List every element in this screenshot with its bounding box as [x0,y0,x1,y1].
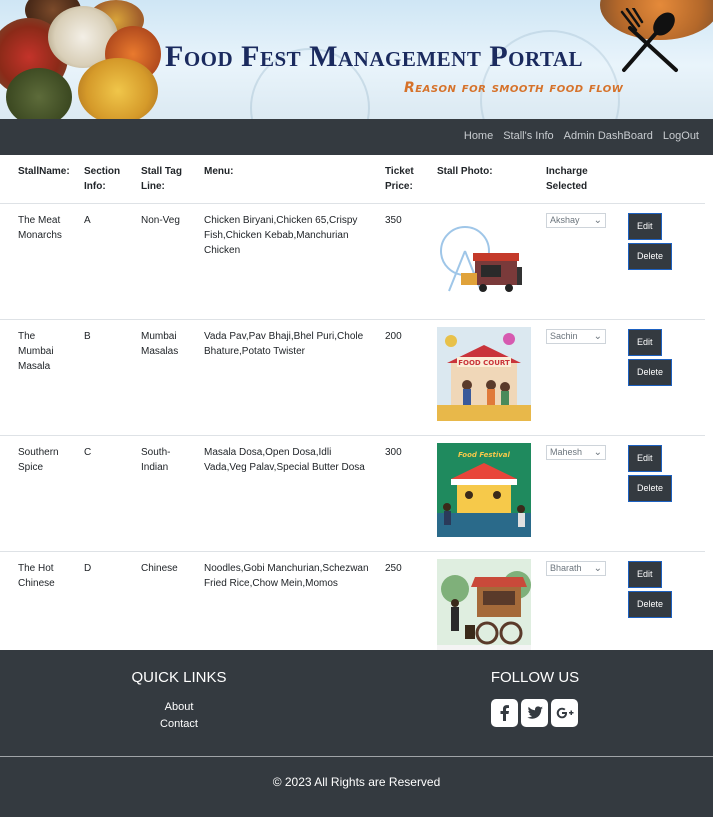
table-row: Southern Spice C South-Indian Masala Dos… [0,435,705,552]
chevron-down-icon: ⌄ [593,331,602,342]
column-header-price: Ticket Price: [378,155,430,204]
footer-divider [0,756,713,757]
food-truck-photo [437,211,531,305]
edit-button[interactable]: Edit [628,213,662,240]
incharge-selected-value: Sachin [550,331,578,341]
nav-admin-dashboard[interactable]: Admin DashBoard [564,130,653,142]
quick-links-heading: QUICK LINKS [131,669,227,686]
facebook-icon[interactable] [491,699,518,727]
delete-button[interactable]: Delete [628,591,673,618]
footer: QUICK LINKS About Contact FOLLOW US © 20… [0,650,713,817]
google-plus-icon[interactable] [551,699,578,727]
header-banner: Food Fest Management Portal Reason for s… [0,0,713,119]
edit-button[interactable]: Edit [628,445,662,472]
twitter-icon[interactable] [521,699,548,727]
column-header-actions [621,155,705,204]
ticket-price: 300 [378,435,430,552]
food-dish-image [78,58,158,119]
footer-link-contact[interactable]: Contact [124,716,234,733]
stall-name: The Meat Monarchs [0,203,77,320]
food-court-photo: FOOD COURT [437,327,531,421]
chevron-down-icon: ⌄ [593,447,602,458]
stall-name: Southern Spice [0,435,77,552]
delete-button[interactable]: Delete [628,359,673,386]
table-header-row: StallName: Section Info: Stall Tag Line:… [0,155,705,204]
column-header-stall-name: StallName: [0,155,77,204]
incharge-selected-value: Bharath [550,563,582,573]
stall-menu: Vada Pav,Pav Bhaji,Bhel Puri,Chole Bhatu… [197,319,378,436]
column-header-incharge: Incharge Selected [539,155,621,204]
chevron-down-icon: ⌄ [593,215,602,226]
stall-tagline: South-Indian [134,435,197,552]
food-dish-image [6,68,72,119]
footer-link-about[interactable]: About [124,699,234,716]
chevron-down-icon: ⌄ [593,563,602,574]
nav-logout[interactable]: LogOut [663,130,699,142]
column-header-section: Section Info: [77,155,134,204]
delete-button[interactable]: Delete [628,475,673,502]
table-row: The Meat Monarchs A Non-Veg Chicken Biry… [0,203,705,320]
copyright-text: © 2023 All Rights are Reserved [272,775,441,789]
edit-button[interactable]: Edit [628,329,662,356]
table-row: The Mumbai Masala B Mumbai Masalas Vada … [0,319,705,436]
stalls-table: StallName: Section Info: Stall Tag Line:… [0,155,705,667]
column-header-tagline: Stall Tag Line: [134,155,197,204]
food-festival-photo: Food Festival [437,443,531,537]
page-subtitle: Reason for smooth food flow [404,80,624,96]
section-info: C [77,435,134,552]
nav-home[interactable]: Home [464,130,493,142]
stall-menu: Masala Dosa,Open Dosa,Idli Vada,Veg Pala… [197,435,378,552]
follow-us-heading: FOLLOW US [490,669,580,686]
stall-tagline: Mumbai Masalas [134,319,197,436]
incharge-select[interactable]: Sachin ⌄ [546,329,606,344]
top-navbar: Home Stall's Info Admin DashBoard LogOut [0,119,713,155]
food-court-photo-text: FOOD COURT [458,359,510,367]
column-header-menu: Menu: [197,155,378,204]
cutlery-icon [620,8,678,72]
delete-button[interactable]: Delete [628,243,673,270]
food-cart-photo [437,559,531,653]
incharge-select[interactable]: Bharath ⌄ [546,561,606,576]
incharge-select[interactable]: Mahesh ⌄ [546,445,606,460]
incharge-selected-value: Mahesh [550,447,583,457]
ticket-price: 200 [378,319,430,436]
column-header-photo: Stall Photo: [430,155,539,204]
stall-tagline: Non-Veg [134,203,197,320]
page-title: Food Fest Management Portal [165,40,584,73]
quick-links: About Contact [124,699,234,733]
food-festival-photo-text: Food Festival [458,451,510,459]
incharge-selected-value: Akshay [550,215,580,225]
section-info: A [77,203,134,320]
social-links [491,699,578,727]
ticket-price: 350 [378,203,430,320]
edit-button[interactable]: Edit [628,561,662,588]
incharge-select[interactable]: Akshay ⌄ [546,213,606,228]
section-info: B [77,319,134,436]
nav-stalls-info[interactable]: Stall's Info [503,130,553,142]
stall-menu: Chicken Biryani,Chicken 65,Crispy Fish,C… [197,203,378,320]
stall-name: The Mumbai Masala [0,319,77,436]
